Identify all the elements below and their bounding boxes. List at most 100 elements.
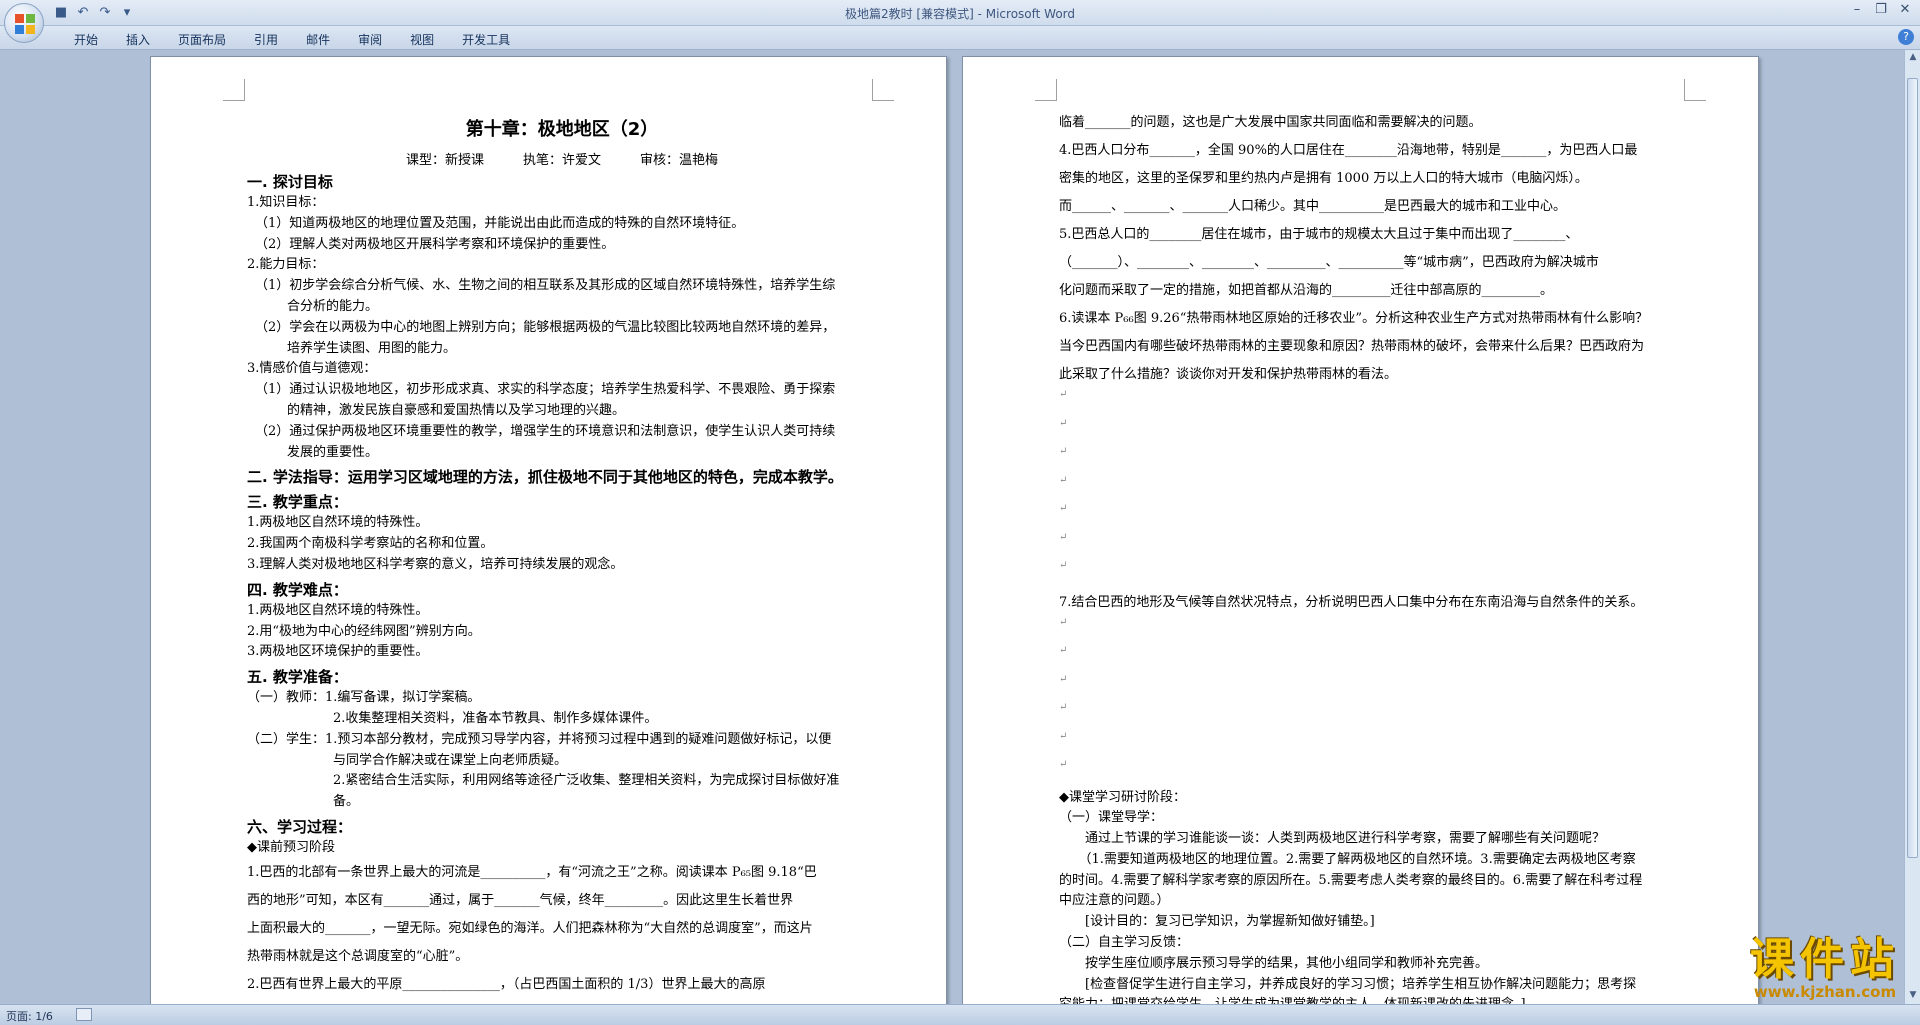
paragraph-line: [设计目的：复习已学知识，为掌握新知做好铺垫。] [1059, 914, 1375, 930]
watermark-title: 课件站 [1750, 934, 1900, 985]
paragraph-line: 按学生座位顺序展示预习导学的结果，其他小组同学和教师补充完善。 [1059, 955, 1489, 971]
paragraph-line: 4.巴西人口分布_______，全国 90%的人口居住在________沿海地带… [1059, 143, 1638, 158]
window-title: 极地篇2教时 [兼容模式] - Microsoft Word [844, 7, 1076, 21]
paragraph-line: （一）课堂导学： [1059, 810, 1164, 826]
paragraph-line: 临着_______的问题，这也是广大发展中国家共同面临和需要解决的问题。 [1059, 115, 1482, 130]
ribbon-tab[interactable]: 视图 [396, 29, 448, 50]
page-indicator[interactable]: 页面: 1/6 [6, 1008, 53, 1024]
paragraph-line: 热带雨林就是这个总调度室的“心脏”。 [247, 948, 469, 964]
crop-mark [872, 79, 894, 101]
empty-paragraph: ↵ [1059, 645, 1068, 656]
minimize-icon[interactable]: – [1848, 2, 1866, 17]
empty-paragraph: ↵ [1059, 560, 1068, 571]
page-content[interactable]: 临着_______的问题，这也是广大发展中国家共同面临和需要解决的问题。 4.巴西… [1059, 109, 1689, 1004]
paragraph-line: 化问题而采取了一定的措施，如把首都从沿海的_________迁往中部高原的___… [1059, 283, 1554, 298]
ribbon-tab[interactable]: 页面布局 [164, 29, 240, 50]
paragraph-line: （2）通过保护两极地区环境重要性的教学，增强学生的环境意识和法制意识，使学生认识… [255, 423, 836, 439]
ribbon-tab[interactable]: 插入 [112, 29, 164, 50]
scroll-up-icon[interactable]: ▲ [1907, 52, 1919, 64]
paragraph-line: （2）理解人类对两极地区开展科学考察和环境保护的重要性。 [255, 236, 615, 252]
ribbon-tab-bar: 开始 插入 页面布局 引用 邮件 审阅 视图 开发工具 ? [0, 26, 1920, 50]
window-controls: – ❐ ✕ [1848, 2, 1914, 17]
document-meta: 课型：新授课 执笔：许爱文 审核：温艳梅 [405, 153, 718, 168]
section-heading: 三. 教学重点： [247, 493, 348, 512]
close-icon[interactable]: ✕ [1896, 2, 1914, 17]
paragraph-line: 备。 [333, 794, 360, 810]
crop-mark [1684, 79, 1706, 101]
empty-paragraph: ↵ [1059, 474, 1068, 486]
paragraph-line: 2.收集整理相关资料，准备本节教具、制作多媒体课件。 [333, 710, 658, 726]
help-icon[interactable]: ? [1898, 29, 1914, 45]
document-page-2: 临着_______的问题，这也是广大发展中国家共同面临和需要解决的问题。 4.巴西… [962, 56, 1759, 1004]
page-content[interactable]: 第十章：极地地区（2） 课型：新授课 执笔：许爱文 审核：温艳梅 一. 探讨目标… [247, 109, 877, 999]
section-heading: 一. 探讨目标 [247, 173, 333, 191]
ribbon-tab[interactable]: 引用 [240, 29, 292, 50]
paragraph-line: 究能力；把课堂交给学生，让学生成为课堂教学的主人，体现新课改的先进理念。] [1059, 995, 1689, 1004]
ribbon-tab[interactable]: 审阅 [344, 29, 396, 50]
scrollbar-thumb[interactable] [1907, 78, 1918, 858]
office-button[interactable] [4, 3, 44, 43]
document-workspace: 第十章：极地地区（2） 课型：新授课 执笔：许爱文 审核：温艳梅 一. 探讨目标… [0, 50, 1904, 1004]
empty-paragraph: ↵ [1059, 446, 1068, 457]
crop-mark [223, 79, 245, 101]
paragraph-line: （二）自主学习反馈： [1059, 935, 1190, 951]
paragraph-line: 当今巴西国内有哪些破坏热带雨林的主要现象和原因？热带雨林的破坏，会带来什么后果？… [1059, 339, 1645, 354]
paragraph-line: 发展的重要性。 [287, 444, 379, 460]
paragraph-line: 密集的地区，这里的圣保罗和里约热内卢是拥有 1000 万以上人口的特大城市（电脑… [1059, 171, 1588, 186]
paragraph-line: 上面积最大的_______，一望无际。宛如绿色的海洋。人们把森林称为“大自然的总… [247, 920, 813, 936]
paragraph-line: （2）学会在以两极为中心的地图上辨别方向；能够根据两极的气温比较图比较两地自然环… [255, 319, 836, 335]
status-bar: 页面: 1/6 [0, 1004, 1920, 1025]
section-heading: 五. 教学准备： [247, 668, 348, 687]
empty-paragraph: ↵ [1059, 702, 1068, 713]
paragraph-line: 的时间。4.需要了解科学家考察的原因所在。5.需要考虑人类考察的最终目的。6.需… [1059, 872, 1643, 888]
paragraph-line: 通过上节课的学习谁能谈一谈：人类到两极地区进行科学考察，需要了解哪些有关问题呢？ [1059, 831, 1606, 847]
paragraph-line: 合分析的能力。 [287, 298, 379, 314]
paragraph-line: （1）初步学会综合分析气候、水、生物之间的相互联系及其形成的区域自然环境特殊性，… [255, 278, 836, 294]
paragraph-line: 1.两极地区自然环境的特殊性。 [247, 515, 429, 531]
paragraph-line: 2.巴西有世界上最大的平原_______________，（占巴西国土面积的 1… [247, 976, 766, 992]
paragraph-line: ◆课堂学习研讨阶段： [1059, 789, 1186, 805]
paragraph-line: 1.知识目标： [247, 195, 325, 210]
paragraph-line: [检查督促学生进行自主学习，并养成良好的学习习惯；培养学生相互协作解决问题能力；… [1059, 976, 1637, 992]
empty-paragraph: ↵ [1059, 673, 1068, 685]
section-heading: 二. 学法指导：运用学习区域地理的方法，抓住极地不同于其他地区的特色，完成本教学… [247, 468, 843, 487]
paragraph-line: 3.理解人类对极地地区科学考察的意义，培养可持续发展的观念。 [247, 556, 624, 572]
ribbon-tab[interactable]: 开始 [60, 29, 112, 50]
proofing-icon[interactable] [76, 1008, 92, 1021]
crop-mark [1035, 79, 1057, 101]
paragraph-line: 3.两极地区环境保护的重要性。 [247, 644, 429, 660]
empty-paragraph: ↵ [1059, 503, 1068, 514]
restore-icon[interactable]: ❐ [1872, 2, 1890, 17]
watermark-url: www.kjzhan.com [1753, 983, 1897, 1001]
paragraph-line: 而______、_______、_______人口稀少。其中__________… [1059, 199, 1567, 214]
paragraph-line: 5.巴西总人口的________居住在城市，由于城市的规模太大且过于集中而出现了… [1059, 227, 1579, 242]
paragraph-line: 西的地形”可知，本区有_______通过，属于_______气候，终年_____… [247, 892, 794, 908]
paragraph-line: 此采取了什么措施？谈谈你对开发和保护热带雨林的看法。 [1059, 367, 1398, 382]
empty-paragraph: ↵ [1059, 531, 1068, 543]
ribbon-tab[interactable]: 开发工具 [448, 29, 524, 50]
scroll-down-icon[interactable]: ▼ [1907, 990, 1919, 1002]
paragraph-line: （1）通过认识极地地区，初步形成求真、求实的科学态度；培养学生热爱科学、不畏艰险… [255, 382, 836, 398]
paragraph-line: （1）知道两极地区的地理位置及范围，并能说出由此而造成的特殊的自然环境特征。 [255, 215, 745, 231]
empty-paragraph: ↵ [1059, 759, 1068, 770]
ribbon-tab[interactable]: 邮件 [292, 29, 344, 50]
paragraph-line: 的精神，激发民族自豪感和爱国热情以及学习地理的兴趣。 [287, 402, 626, 418]
empty-paragraph: ↵ [1059, 389, 1068, 400]
watermark-logo: 课件站 www.kjzhan.com [1750, 923, 1900, 1001]
paragraph-line: 3.情感价值与道德观： [247, 361, 377, 377]
paragraph-line: 1.两极地区自然环境的特殊性。 [247, 602, 429, 618]
empty-paragraph: ↵ [1059, 730, 1068, 742]
section-heading: 四. 教学难点： [247, 580, 348, 599]
paragraph-line: 1.巴西的北部有一条世界上最大的河流是__________，有“河流之王”之称。… [247, 864, 817, 880]
paragraph-line: 中应注意的问题。） [1059, 893, 1170, 909]
paragraph-line: 2.紧密结合生活实际，利用网络等途径广泛收集、整理相关资料，为完成探讨目标做好准 [333, 773, 840, 789]
paragraph-line: （_______）、________、________、_________、__… [1059, 255, 1599, 270]
paragraph-line: （二）学生：1.预习本部分教材，完成预习导学内容，并将预习过程中遇到的疑难问题做… [247, 731, 832, 747]
paragraph-line: （一）教师：1.编写备课，拟订学案稿。 [247, 690, 481, 706]
vertical-scrollbar[interactable]: ▲ ▼ [1904, 50, 1920, 1004]
paragraph-line: 2.用“极地为中心的经纬网图”辨别方向。 [247, 623, 481, 639]
paragraph-line: 与同学合作解决或在课堂上向老师质疑。 [333, 752, 568, 768]
document-page-1: 第十章：极地地区（2） 课型：新授课 执笔：许爱文 审核：温艳梅 一. 探讨目标… [150, 56, 947, 1004]
paragraph-line: ◆课前预习阶段 [247, 839, 335, 855]
empty-paragraph: ↵ [1059, 417, 1068, 429]
